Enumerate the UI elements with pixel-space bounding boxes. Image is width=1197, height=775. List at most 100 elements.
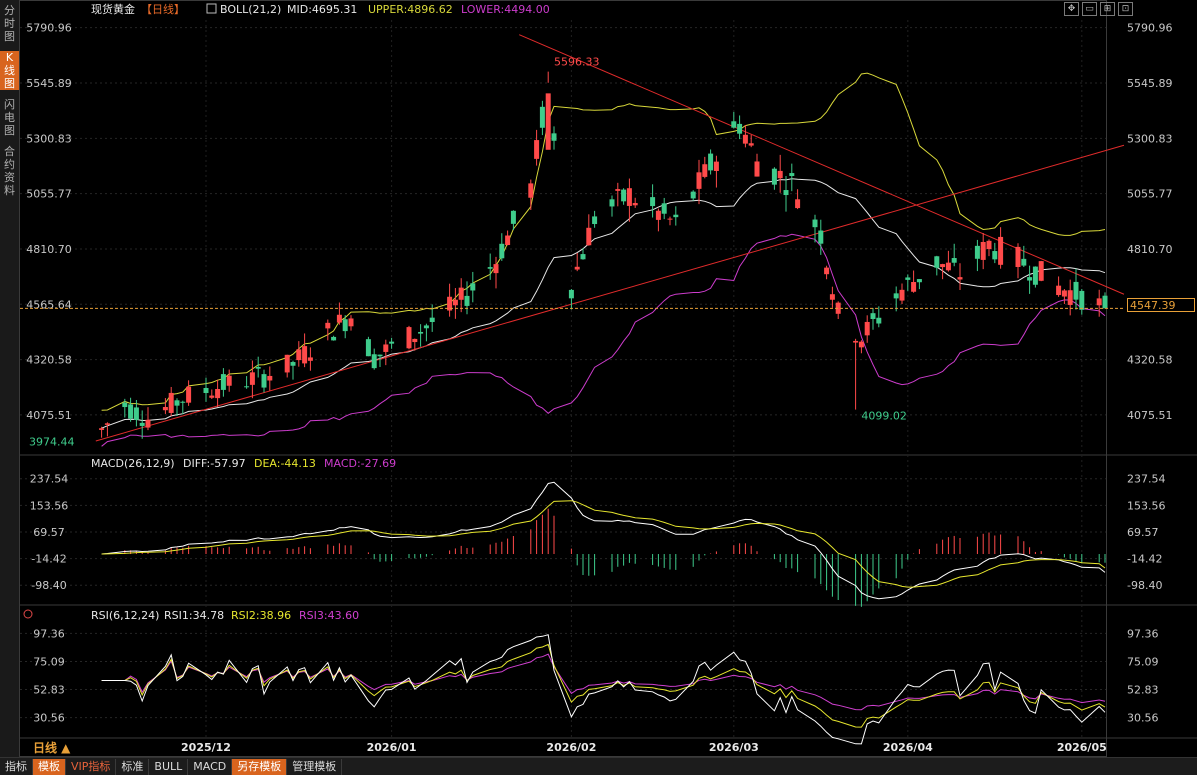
candle-body	[452, 299, 458, 306]
sidebar: 分时图 K线图闪电图合约资料	[0, 0, 19, 774]
sidebar-item-4[interactable]: 合约资料	[0, 145, 19, 197]
candle-body	[133, 407, 139, 420]
candle-body	[870, 313, 876, 320]
candle-body	[389, 341, 395, 344]
candle-body	[992, 251, 998, 260]
chart-title: 现货黄金	[91, 2, 135, 16]
k-tick-right: 4320.58	[1127, 354, 1173, 367]
candle-body	[383, 344, 389, 352]
candle-body	[267, 375, 273, 381]
m-tick-right: 153.56	[1127, 499, 1166, 512]
candle-body	[783, 190, 789, 196]
candle-body	[539, 106, 545, 128]
candle-body	[423, 325, 429, 329]
candle-body	[551, 133, 557, 141]
candle-body	[998, 236, 1004, 265]
candle-body	[713, 161, 719, 171]
candle-body	[789, 173, 795, 177]
chart-toolbar: ✥ ▭ ⊞ ⊡	[1064, 2, 1133, 16]
candle-body	[748, 143, 754, 146]
candle-body	[1056, 285, 1062, 296]
candle-body	[122, 402, 128, 408]
m-tick-right: 237.54	[1127, 473, 1166, 486]
candle-body	[934, 256, 940, 268]
candle-body	[261, 374, 267, 388]
candle-body	[667, 218, 673, 220]
candle-body	[795, 199, 801, 209]
sidebar-item-2[interactable]: K线图	[0, 51, 19, 90]
candle-body	[284, 354, 290, 373]
candle-body	[249, 372, 255, 385]
tab-3[interactable]: VIP指标	[66, 758, 117, 775]
sidebar-item-3[interactable]: 闪电图	[0, 98, 19, 137]
rsi-settings-icon[interactable]	[23, 609, 33, 619]
candle-body	[742, 134, 748, 144]
candle-body	[876, 317, 882, 324]
annotation-low: 4099.02	[861, 410, 907, 423]
candle-body	[754, 161, 760, 177]
candle-body	[1032, 266, 1038, 285]
k-tick-left: 4320.58	[26, 354, 72, 367]
k-tick-right: 5545.89	[1127, 77, 1173, 90]
sidebar-item-1[interactable]: 分时图	[0, 4, 19, 43]
tab-4[interactable]: 标准	[116, 758, 150, 775]
candle-body	[690, 191, 696, 199]
candle-body	[371, 354, 377, 369]
move-icon[interactable]: ✥	[1064, 2, 1079, 16]
candle-body	[464, 295, 470, 306]
candle-body	[731, 121, 737, 128]
m-tick-left: 153.56	[30, 499, 69, 512]
chart-area[interactable]: 5790.96 5790.96 5545.89 5545.89 5300.83 5300.…	[19, 0, 1197, 757]
tab-1[interactable]: 指标	[0, 758, 33, 775]
candle-body	[568, 289, 574, 299]
restore-icon[interactable]: ⊡	[1118, 2, 1133, 16]
candle-body	[1067, 290, 1073, 305]
candle-body	[911, 282, 917, 292]
k-tick-left: 4565.64	[26, 298, 72, 311]
r-tick-right: 75.09	[1127, 655, 1159, 668]
trendline-resistance	[519, 34, 1125, 295]
tab-8[interactable]: 管理模板	[287, 758, 343, 775]
m-tick-left: 237.54	[30, 473, 69, 486]
candle-body	[296, 349, 302, 361]
tab-5[interactable]: BULL	[149, 758, 189, 775]
macd-legend-1: DEA:-44.13	[254, 457, 316, 470]
candle-body	[244, 386, 250, 388]
r-tick-left: 52.83	[33, 684, 65, 697]
zoom-in-icon[interactable]: ⊞	[1100, 2, 1115, 16]
rsi3-line	[101, 653, 1106, 711]
candle-body	[209, 395, 215, 398]
candle-body	[626, 188, 632, 206]
period-label: 日线 ▲	[33, 740, 71, 755]
current-price-label: 4547.39	[1127, 298, 1195, 312]
k-tick-right: 5300.83	[1127, 132, 1173, 145]
tab-6[interactable]: MACD	[188, 758, 233, 775]
boll-legend-0: MID:4695.31	[287, 3, 357, 16]
r-tick-left: 97.36	[33, 627, 65, 640]
candle-body	[505, 235, 511, 246]
candle-body	[325, 322, 331, 329]
candle-body	[858, 341, 864, 348]
zoom-out-icon[interactable]: ▭	[1082, 2, 1097, 16]
r-tick-left: 30.56	[33, 712, 65, 725]
candle-body	[470, 283, 476, 291]
candle-body	[215, 388, 221, 399]
candle-body	[905, 277, 911, 280]
candle-body	[174, 400, 180, 406]
candle-body	[139, 422, 145, 426]
candle-body	[162, 407, 168, 411]
rsi-legend-0: RSI1:34.78	[164, 609, 224, 622]
m-tick-left: 69.57	[33, 526, 65, 539]
candle-body	[609, 199, 615, 207]
candle-body	[777, 170, 783, 179]
tab-7[interactable]: 另存模板	[232, 758, 288, 775]
tab-2[interactable]: 模板	[33, 758, 66, 775]
candle-body	[534, 140, 540, 159]
k-tick-left: 5300.83	[26, 132, 72, 145]
candle-body	[708, 153, 714, 171]
candle-body	[1079, 290, 1085, 310]
candle-body	[1038, 261, 1044, 281]
k-tick-left: 5545.89	[26, 77, 72, 90]
candle-body	[812, 219, 818, 228]
candle-body	[180, 401, 186, 403]
